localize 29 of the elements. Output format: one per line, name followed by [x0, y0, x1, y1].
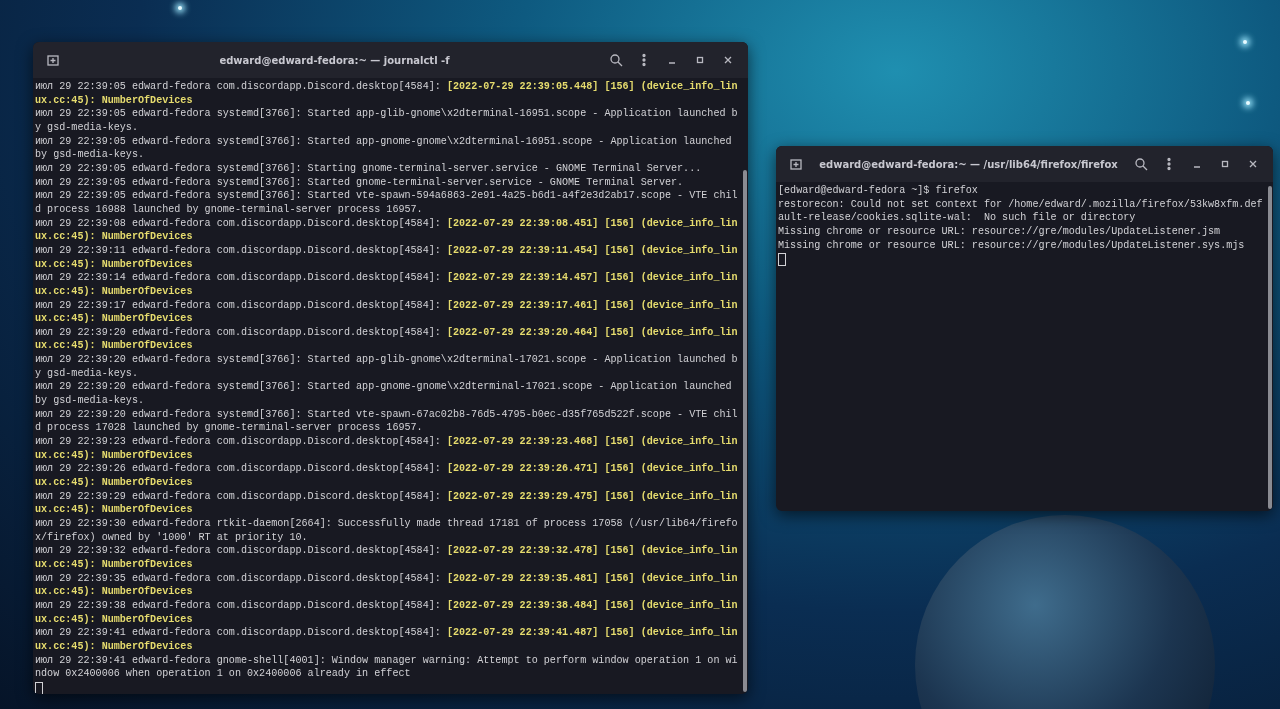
log-line: июл 29 22:39:38 edward-fedora com.discordapp.Discord.desktop[4584]: [2022-07-29 22:39:38.484] [156] (device_info_linux.cc:45): NumberOfDevices — [35, 598, 739, 627]
log-line: июл 29 22:39:14 edward-fedora com.discordapp.Discord.desktop[4584]: [2022-07-29 22:39:14.457] [156] (device_info_linux.cc:45): NumberOfDevices — [35, 271, 739, 299]
log-line: июл 29 22:39:41 edward-fedora com.discordapp.Discord.desktop[4584]: [2022-07-29 22:39:41.487] [156] (device_info_linux.cc:45): NumberOfDevices — [35, 626, 739, 654]
log-line: июл 29 22:39:05 edward-fedora com.discordapp.Discord.desktop[4584]: [2022-07-29 22:39:05.448] [156] (device_info_linux.cc:45): NumberOfDevices — [35, 80, 739, 108]
log-line: июл 29 22:39:35 edward-fedora com.discordapp.Discord.desktop[4584]: [2022-07-29 22:39:35.481] [156] (device_info_linux.cc:45): NumberOfDevices — [35, 571, 739, 599]
log-line: июл 29 22:39:30 edward-fedora rtkit-daemon[2664]: Successfully made thread 17181 of process 17058 (/usr/lib64/firefox/firefox) owned by '1000' RT at priority 10. — [35, 517, 739, 545]
log-line: июл 29 22:39:29 edward-fedora com.discordapp.Discord.desktop[4584]: [2022-07-29 22:39:29.475] [156] (device_info_linux.cc:45): NumberOfDevices — [35, 489, 739, 517]
log-line: июл 29 22:39:41 edward-fedora gnome-shell[4001]: Window manager warning: Attempt to perform window operation 1 on window 0x2400006 when operation 1 on 0x2400006 already in effect — [35, 653, 739, 681]
log-line: июл 29 22:39:08 edward-fedora com.discordapp.Discord.desktop[4584]: [2022-07-29 22:39:08.451] [156] (device_info_linux.cc:45): NumberOfDevices — [35, 216, 739, 244]
log-line: июл 29 22:39:05 edward-fedora systemd[3766]: Started app-gnome-gnome\x2dterminal-16951.scope - Application launched by gsd-media-keys. — [35, 134, 733, 162]
log-line: июл 29 22:39:32 edward-fedora com.discordapp.Discord.desktop[4584]: [2022-07-29 22:39:32.478] [156] (device_info_linux.cc:45): NumberOfDevices — [35, 544, 739, 572]
window-title: edward@edward-fedora:~ — /usr/lib64/firefox/firefox — [818, 158, 1119, 170]
log-line: июл 29 22:39:26 edward-fedora com.discordapp.Discord.desktop[4584]: [2022-07-29 22:39:26.471] [156] (device_info_linux.cc:45): NumberOfDevices — [35, 462, 739, 490]
log-line: июл 29 22:39:20 edward-fedora com.discordapp.Discord.desktop[4584]: [2022-07-29 22:39:20.464] [156] (device_info_linux.cc:45): NumberOfDevices — [35, 325, 739, 354]
log-line: июл 29 22:39:20 edward-fedora systemd[3766]: Started app-gnome-gnome\x2dterminal-17021.scope - Application launched by gsd-media-keys. — [35, 380, 733, 408]
log-line: restorecon: Could not set context for /home/edward/.mozilla/firefox/53kw8xfm.default-release/cookies.sqlite-wal: No such file or directory — [778, 197, 1264, 225]
log-line: июл 29 22:39:05 edward-fedora systemd[3766]: Started vte-spawn-594a6863-2e91-4a25-b6d1-a4f2e3d2ab17.scope - VTE child process 16988 launched by gnome-terminal-server process 16957. — [35, 189, 739, 217]
log-line: Missing chrome or resource URL: resource://gre/modules/UpdateListener.sys.mjs — [778, 238, 1246, 253]
log-line: июл 29 22:39:20 edward-fedora systemd[3766]: Started app-glib-gnome\x2dterminal-17021.scope - Application launched by gsd-media-keys. — [35, 353, 739, 381]
log-line: июл 29 22:39:05 edward-fedora systemd[3766]: Started gnome-terminal-server.service - GNOME Terminal Server. — [35, 175, 685, 190]
log-line: Missing chrome or resource URL: resource://gre/modules/UpdateListener.jsm — [778, 224, 1222, 239]
log-line: июл 29 22:39:05 edward-fedora systemd[3766]: Starting gnome-terminal-server.service - GNOME Terminal Server... — [35, 161, 703, 176]
log-line: июл 29 22:39:20 edward-fedora systemd[3766]: Started vte-spawn-67ac02b8-76d5-4795-b0ec-d35f765d522f.scope - VTE child process 17028 launched by gnome-terminal-server process 16957. — [35, 407, 739, 436]
window-title: edward@edward-fedora:~ — journalctl -f — [218, 54, 451, 66]
log-line: июл 29 22:39:11 edward-fedora com.discordapp.Discord.desktop[4584]: [2022-07-29 22:39:11.454] [156] (device_info_linux.cc:45): NumberOfDevices — [35, 243, 739, 272]
log-line: июл 29 22:39:17 edward-fedora com.discordapp.Discord.desktop[4584]: [2022-07-29 22:39:17.461] [156] (device_info_linux.cc:45): NumberOfDevices — [35, 298, 739, 326]
log-line: июл 29 22:39:05 edward-fedora systemd[3766]: Started app-glib-gnome\x2dterminal-16951.scope - Application launched by gsd-media-keys. — [35, 107, 739, 135]
log-line: июл 29 22:39:23 edward-fedora com.discordapp.Discord.desktop[4584]: [2022-07-29 22:39:23.468] [156] (device_info_linux.cc:45): NumberOfDevices — [35, 435, 739, 463]
log-line: [edward@edward-fedora ~]$ firefox — [778, 184, 979, 198]
